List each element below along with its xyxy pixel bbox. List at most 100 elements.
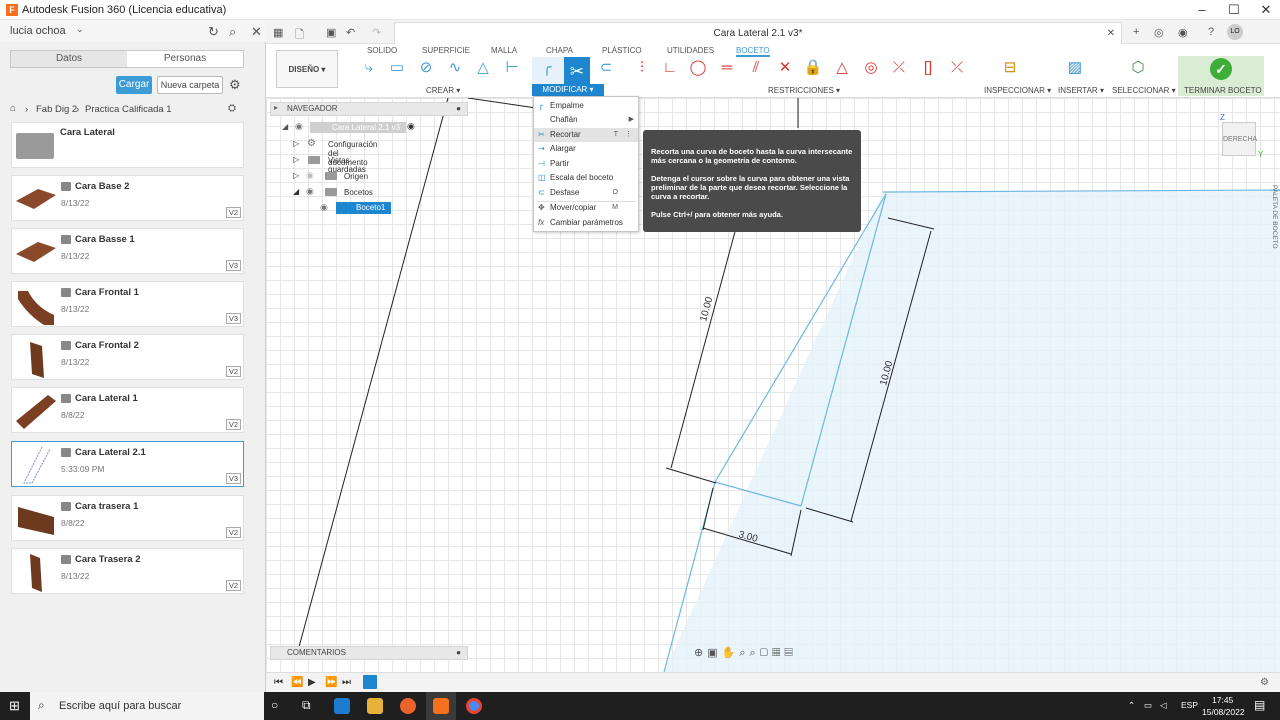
task-view-icon[interactable]: ⧉ xyxy=(302,698,311,713)
breadcrumb-item[interactable]: Practica Calificada 1 xyxy=(85,104,172,115)
restricciones-menu[interactable]: RESTRICCIONES ▾ xyxy=(768,86,840,95)
fit-icon[interactable]: ⌕ xyxy=(750,647,760,659)
folder-card[interactable]: Cara Lateral xyxy=(11,122,244,168)
equal-icon[interactable]: ═ xyxy=(716,58,738,78)
inspeccionar-menu[interactable]: INSPECCIONAR ▾ xyxy=(984,86,1051,95)
tray-chevron-icon[interactable]: ⌃ xyxy=(1128,700,1135,711)
eye-hidden-icon[interactable]: ◉ xyxy=(306,170,314,181)
tab-utilidades[interactable]: UTILIDADES xyxy=(667,46,714,55)
eye-icon[interactable]: ◉ xyxy=(320,202,328,213)
menu-item-mover[interactable]: ✥ Mover/copiar M xyxy=(534,201,638,215)
timeline-settings-icon[interactable]: ⚙ xyxy=(1260,677,1269,688)
workspace-switcher[interactable]: DISEÑO ▾ xyxy=(276,50,338,88)
version-badge[interactable]: V2 xyxy=(225,580,241,591)
symmetry-icon[interactable]: [] xyxy=(917,58,939,78)
parallel-icon[interactable]: ⫽ xyxy=(745,58,767,78)
notification-center-icon[interactable]: ▤ xyxy=(1254,698,1265,712)
look-at-icon[interactable]: ▣ xyxy=(707,647,721,659)
modificar-menu[interactable]: MODIFICAR ▾ xyxy=(532,84,604,96)
collapse-triangle-icon[interactable]: ◢ xyxy=(282,122,288,131)
save-icon[interactable]: ▣ xyxy=(326,26,336,39)
mirror-icon[interactable]: △ xyxy=(472,58,494,78)
tab-personas[interactable]: Personas xyxy=(127,51,243,67)
expand-triangle-icon[interactable]: ▷ xyxy=(293,155,299,164)
tab-plastico[interactable]: PLÁSTICO xyxy=(602,46,642,55)
firefox-icon[interactable] xyxy=(400,698,416,714)
search-icon[interactable]: ⌕ xyxy=(229,24,236,40)
tab-malla[interactable]: MALLA xyxy=(491,46,517,55)
close-panel-icon[interactable]: ✕ xyxy=(251,24,262,40)
comments-header[interactable]: COMENTARIOS ● xyxy=(270,646,468,660)
language-indicator[interactable]: ESP xyxy=(1181,700,1198,710)
team-icon[interactable]: ⛭ xyxy=(228,103,236,114)
pan-icon[interactable]: ✋ xyxy=(722,647,740,659)
insertar-menu[interactable]: INSERTAR ▾ xyxy=(1058,86,1104,95)
new-folder-button[interactable]: Nueva carpeta xyxy=(157,76,223,94)
line-icon[interactable]: ⤷ xyxy=(358,58,380,78)
perpendicular-icon[interactable]: ∟ xyxy=(659,58,681,78)
midpoint-icon[interactable]: ⤫ xyxy=(888,58,910,78)
gear-icon[interactable]: ⚙ xyxy=(229,77,241,93)
sketch-palette-tab[interactable]: PALETA DE BOCETO xyxy=(1264,185,1278,275)
go-to-end-icon[interactable]: ⏭ xyxy=(342,677,351,688)
menu-item-chaflan[interactable]: Chaflán ▶ xyxy=(534,113,638,127)
sketch-node-selected[interactable]: Boceto1 xyxy=(336,202,391,214)
circle-icon[interactable]: ⊘ xyxy=(415,58,437,78)
menu-item-partir[interactable]: ⊣ Partir xyxy=(534,157,638,171)
go-to-start-icon[interactable]: ⏮ xyxy=(274,677,283,688)
collinear-icon[interactable]: ✕ xyxy=(774,58,796,78)
menu-item-empalme[interactable]: ╭ Empalme xyxy=(534,99,638,113)
version-badge[interactable]: V3 xyxy=(225,313,241,324)
menu-item-recortar[interactable]: ✂ Recortar T ⋮ xyxy=(534,128,638,142)
timeline-sketch-feature[interactable] xyxy=(363,675,377,689)
tangent-icon[interactable]: ◯ xyxy=(687,58,709,78)
finish-sketch-button[interactable]: ✓ TERMINAR BOCETO ▾ xyxy=(1178,56,1264,104)
file-card-selected[interactable]: Cara Lateral 2.1 5:33:09 PM V3 xyxy=(11,441,244,487)
measure-icon[interactable]: ⊟ xyxy=(999,58,1021,78)
dimension-label[interactable]: 10.00 xyxy=(698,295,715,322)
expand-triangle-icon[interactable]: ▷ xyxy=(293,139,299,148)
windows-start-icon[interactable]: ⊞ xyxy=(9,698,20,714)
file-card[interactable]: Cara Basse 1 8/13/22 V3 xyxy=(11,228,244,274)
triangle-constraint-icon[interactable]: △ xyxy=(831,58,853,78)
version-badge[interactable]: V3 xyxy=(225,473,241,484)
notifications-icon[interactable]: ◉ xyxy=(1178,26,1188,39)
file-explorer-icon[interactable] xyxy=(367,698,383,714)
file-card[interactable]: Cara Trasera 2 8/13/22 V2 xyxy=(11,548,244,594)
version-badge[interactable]: V2 xyxy=(225,419,241,430)
new-tab-icon[interactable]: + xyxy=(1133,26,1139,38)
version-badge[interactable]: V2 xyxy=(225,207,241,218)
volume-icon[interactable]: ◁ xyxy=(1160,700,1167,711)
version-badge[interactable]: V3 xyxy=(225,260,241,271)
breadcrumb-item[interactable]: Fab Dig 2 xyxy=(36,104,77,115)
coincident-icon[interactable]: ⫶ xyxy=(631,58,653,78)
file-card[interactable]: Cara trasera 1 8/8/22 V2 xyxy=(11,495,244,541)
edge-icon[interactable] xyxy=(334,698,350,714)
pin-icon[interactable]: ● xyxy=(456,648,461,657)
version-badge[interactable]: V2 xyxy=(225,527,241,538)
viewports-icon[interactable]: ▤ xyxy=(784,647,796,659)
zoom-icon[interactable]: ⌕ xyxy=(739,647,749,659)
offset-icon[interactable]: ⊂ xyxy=(595,58,617,78)
pin-icon[interactable]: ● xyxy=(456,104,461,113)
step-forward-icon[interactable]: ⏩ xyxy=(325,677,337,688)
fusion-taskbar-active[interactable] xyxy=(426,692,456,720)
cortana-icon[interactable]: ○ xyxy=(271,698,278,712)
help-icon[interactable]: ? xyxy=(1208,26,1214,38)
menu-item-alargar[interactable]: ⇢ Alargar xyxy=(534,142,638,156)
rectangle-icon[interactable]: ▭ xyxy=(386,58,408,78)
expand-triangle-icon[interactable]: ▷ xyxy=(293,171,299,180)
grid-menu-icon[interactable]: ▦ xyxy=(273,26,283,39)
menu-item-desfase[interactable]: ⊂ Desfase O xyxy=(534,186,638,200)
tab-boceto[interactable]: BOCETO xyxy=(736,46,770,57)
trim-icon[interactable]: ✂ xyxy=(564,57,590,87)
play-icon[interactable]: ▶ xyxy=(308,677,316,688)
concentric-icon[interactable]: ◎ xyxy=(860,58,882,78)
eye-icon[interactable]: ◉ xyxy=(306,186,314,197)
chevron-down-icon[interactable]: ⌄ xyxy=(76,24,84,35)
file-menu-icon[interactable]: 🗋 xyxy=(295,26,304,45)
undo-icon[interactable]: ↶ xyxy=(346,26,355,39)
more-options-icon[interactable]: ⋮ xyxy=(625,128,632,142)
file-card[interactable]: Cara Lateral 1 8/8/22 V2 xyxy=(11,387,244,433)
version-badge[interactable]: V2 xyxy=(225,366,241,377)
